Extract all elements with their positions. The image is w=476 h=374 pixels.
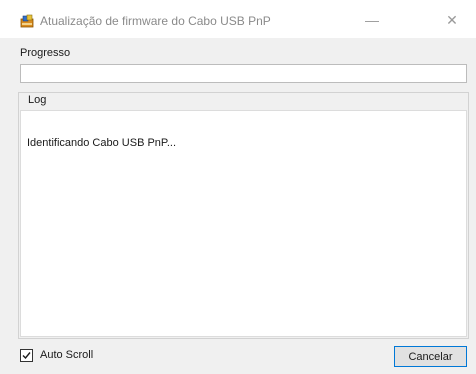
log-label: Log — [26, 94, 49, 106]
firmware-update-window: Atualização de firmware do Cabo USB PnP … — [0, 0, 476, 374]
close-icon: ✕ — [446, 11, 458, 28]
progress-bar — [20, 64, 467, 83]
close-button[interactable]: ✕ — [432, 8, 472, 32]
cancel-button[interactable]: Cancelar — [394, 346, 467, 367]
installer-icon — [20, 14, 34, 28]
minimize-button[interactable]: — — [352, 8, 392, 32]
auto-scroll-label[interactable]: Auto Scroll — [40, 349, 93, 361]
minimize-icon: — — [365, 12, 379, 28]
checkmark-icon — [22, 352, 31, 360]
log-textbox[interactable]: Identificando Cabo USB PnP... — [20, 110, 467, 337]
title-bar[interactable]: Atualização de firmware do Cabo USB PnP … — [0, 0, 476, 38]
progress-label: Progresso — [20, 47, 71, 59]
window-title: Atualização de firmware do Cabo USB PnP — [40, 14, 271, 28]
auto-scroll-checkbox[interactable] — [20, 349, 33, 362]
